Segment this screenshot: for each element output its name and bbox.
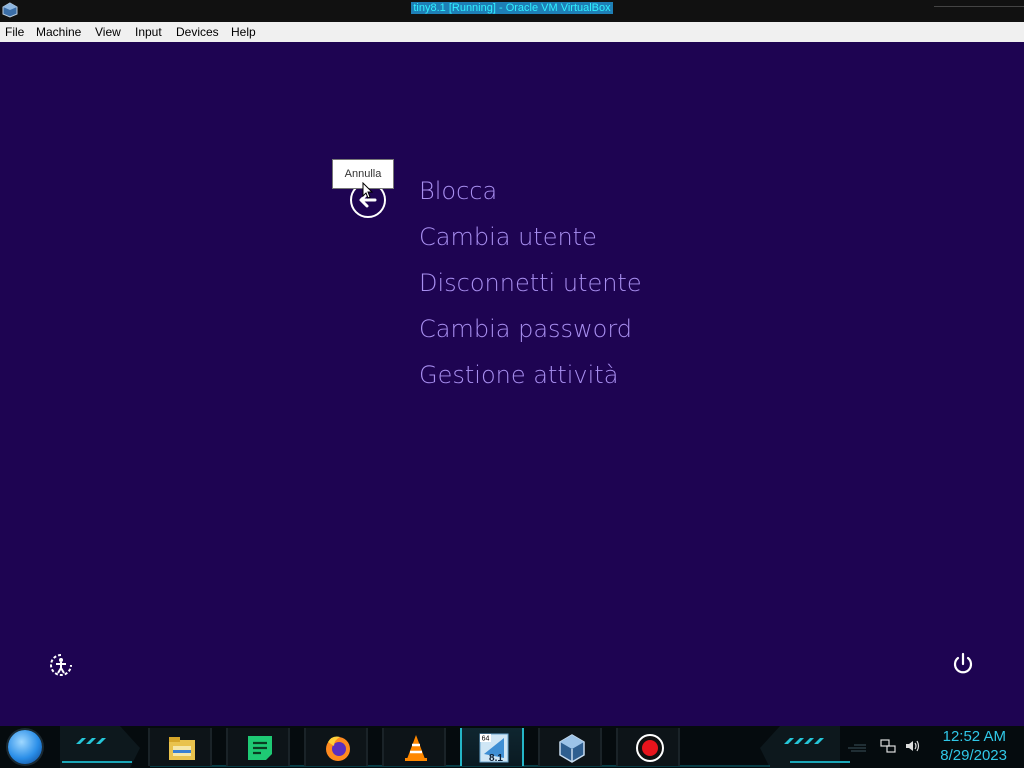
window-controls[interactable] bbox=[934, 0, 1024, 7]
window-title: tiny8.1 [Running] - Oracle VM VirtualBox bbox=[411, 2, 613, 14]
file-explorer-icon bbox=[169, 737, 195, 760]
windows-8.1-vm-icon: 64 8.1 bbox=[479, 733, 509, 764]
screen-recorder-icon bbox=[636, 734, 664, 762]
volume-icon[interactable] bbox=[904, 738, 922, 754]
clock-time[interactable]: 12:52 AM bbox=[943, 728, 1006, 746]
taskbar-vlc[interactable] bbox=[382, 728, 446, 766]
vm-screen[interactable]: Annulla Blocca Cambia utente Disconnetti… bbox=[0, 42, 1024, 726]
power-icon[interactable] bbox=[950, 651, 976, 677]
taskbar-notes-app[interactable] bbox=[226, 728, 290, 766]
menubar: File Machine View Input Devices Help bbox=[0, 22, 1024, 43]
mouse-cursor-icon bbox=[362, 182, 374, 199]
clock-date[interactable]: 8/29/2023 bbox=[940, 747, 1007, 765]
firefox-icon bbox=[326, 736, 350, 761]
taskbar: 64 8.1 12:52 AM 8/29/2023 bbox=[0, 726, 1024, 768]
menu-input[interactable]: Input bbox=[135, 25, 162, 39]
virtualbox-icon bbox=[559, 734, 585, 763]
vm-badge-version: 8.1 bbox=[489, 753, 503, 764]
taskbar-screen-recorder[interactable] bbox=[616, 728, 680, 766]
system-tray bbox=[846, 732, 936, 762]
vm-badge-64: 64 bbox=[482, 736, 490, 743]
option-cambia-utente[interactable]: Cambia utente bbox=[419, 223, 597, 251]
menu-devices[interactable]: Devices bbox=[176, 25, 219, 39]
menu-file[interactable]: File bbox=[5, 25, 24, 39]
network-icon[interactable] bbox=[880, 738, 896, 754]
menu-help[interactable]: Help bbox=[231, 25, 256, 39]
menu-machine[interactable]: Machine bbox=[36, 25, 81, 39]
start-orb-icon[interactable] bbox=[8, 730, 42, 764]
option-disconnetti-utente[interactable]: Disconnetti utente bbox=[419, 269, 642, 297]
taskbar-firefox[interactable] bbox=[304, 728, 368, 766]
notes-app-icon bbox=[248, 736, 272, 760]
taskbar-virtualbox[interactable] bbox=[538, 728, 602, 766]
menu-view[interactable]: View bbox=[95, 25, 121, 39]
option-gestione-attivita[interactable]: Gestione attività bbox=[419, 361, 618, 389]
option-blocca[interactable]: Blocca bbox=[419, 177, 497, 205]
show-hidden-icons[interactable] bbox=[846, 738, 868, 754]
taskbar-file-explorer[interactable] bbox=[148, 728, 212, 766]
vlc-icon bbox=[405, 735, 427, 761]
taskbar-windows-vm[interactable]: 64 8.1 bbox=[460, 728, 524, 766]
window-titlebar[interactable]: tiny8.1 [Running] - Oracle VM VirtualBox bbox=[0, 0, 1024, 22]
ease-of-access-icon[interactable] bbox=[48, 652, 74, 678]
option-cambia-password[interactable]: Cambia password bbox=[419, 315, 632, 343]
